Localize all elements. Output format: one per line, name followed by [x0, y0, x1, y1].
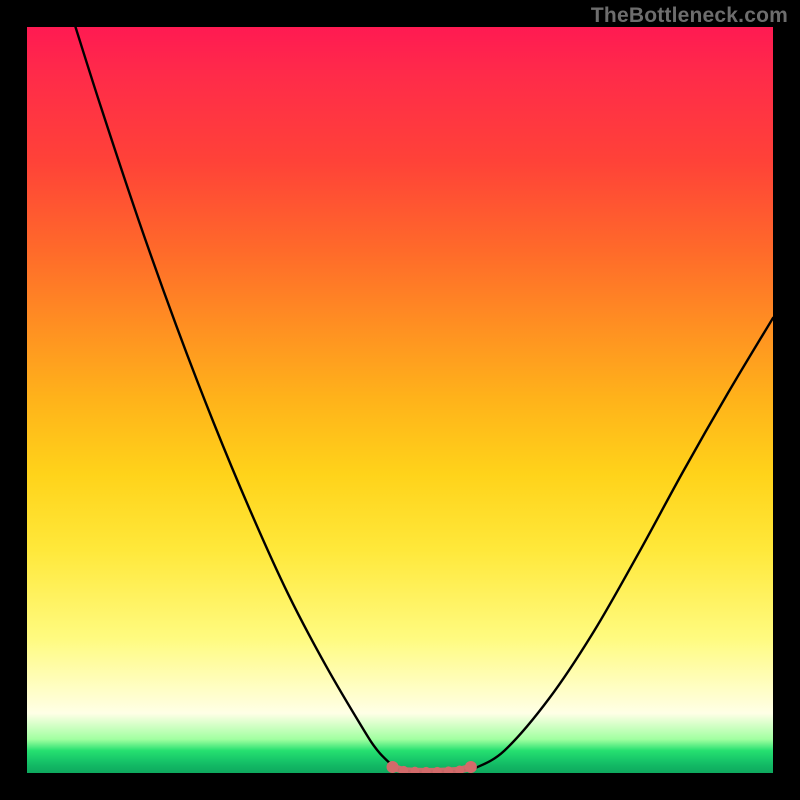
floor-marker-dot: [387, 761, 399, 773]
watermark-text: TheBottleneck.com: [591, 4, 788, 28]
chart-frame: TheBottleneck.com: [0, 0, 800, 800]
floor-marker-dot: [465, 761, 477, 773]
curve-layer: [27, 27, 773, 773]
plot-area: [27, 27, 773, 773]
bottleneck-curve: [75, 27, 773, 772]
floor-marker-dot: [422, 767, 431, 773]
